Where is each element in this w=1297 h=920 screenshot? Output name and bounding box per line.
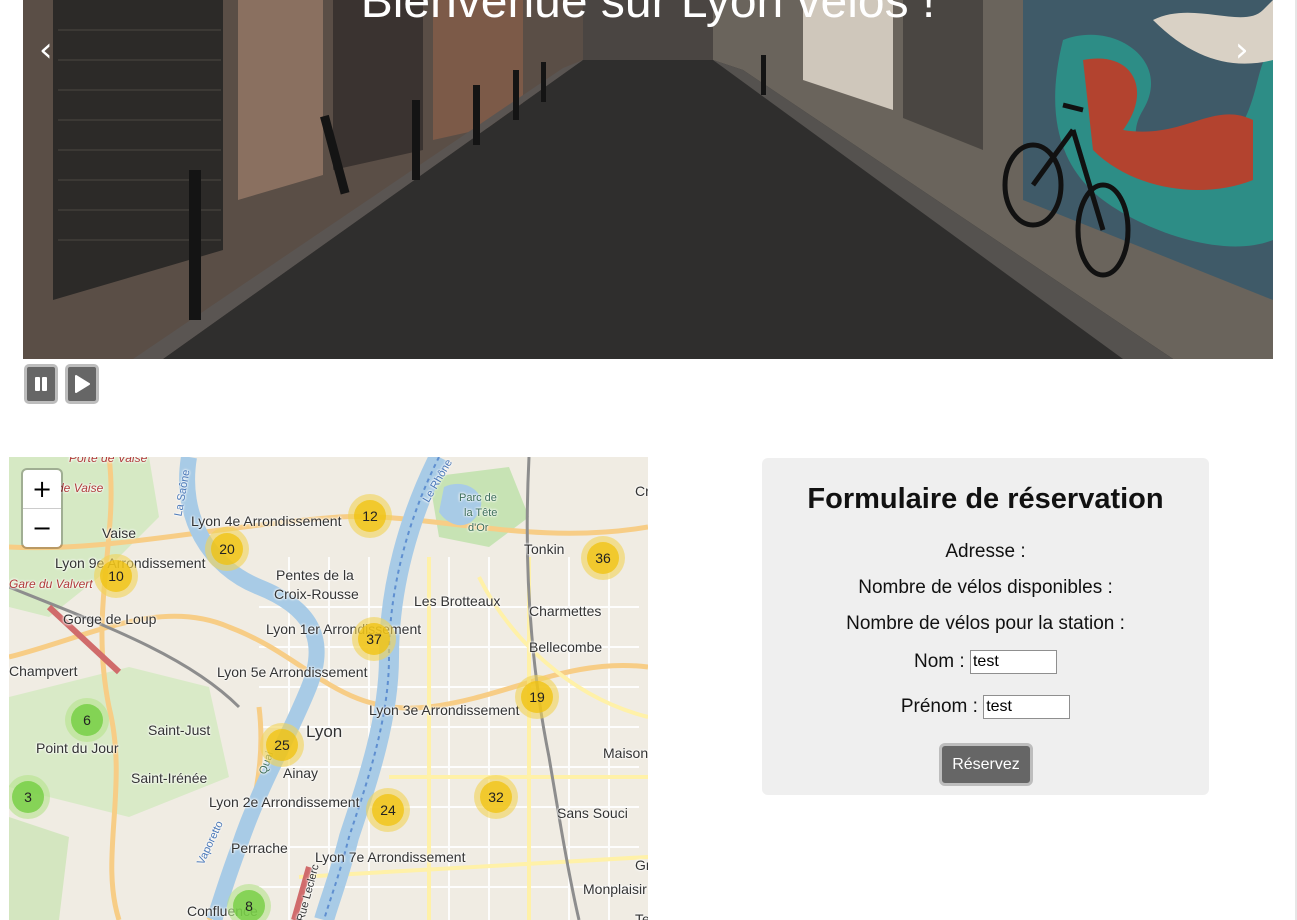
stations-map[interactable]: Porte de Vaise Gare de Vaise Vaise Lyon … xyxy=(9,457,648,920)
reserve-button[interactable]: Réservez xyxy=(939,743,1033,786)
nom-input[interactable] xyxy=(969,649,1057,674)
map-label: la Tête xyxy=(464,507,498,519)
prev-slide-arrow-icon[interactable]: ‹ xyxy=(39,30,53,70)
map-label: Ainay xyxy=(283,765,319,781)
cluster-count: 20 xyxy=(211,533,243,565)
play-icon xyxy=(75,375,90,393)
map-label: Gr xyxy=(635,857,648,873)
map-label: d'Or xyxy=(468,522,489,534)
reservation-form: Formulaire de réservation Adresse : Nomb… xyxy=(762,458,1209,795)
station-cluster[interactable]: 19 xyxy=(515,675,559,719)
station-cluster[interactable]: 37 xyxy=(352,617,396,661)
map-label: Lyon 3e Arrondissement xyxy=(369,702,520,718)
street-photo xyxy=(23,0,1273,359)
pause-icon xyxy=(35,377,47,391)
cluster-count: 19 xyxy=(521,681,553,713)
cluster-count: 36 xyxy=(587,542,619,574)
map-label: Porte de Vaise xyxy=(69,457,148,465)
map-label: Champvert xyxy=(9,663,78,679)
map-label: Charmettes xyxy=(529,603,602,619)
station-cluster[interactable]: 8 xyxy=(227,884,271,920)
map-label: Lyon 5e Arrondissement xyxy=(217,664,368,680)
zoom-out-button[interactable]: − xyxy=(23,509,61,547)
map-label: Point du Jour xyxy=(36,740,119,756)
map-label: Sans Souci xyxy=(557,805,628,821)
station-cluster[interactable]: 36 xyxy=(581,536,625,580)
map-label: Croix-Rousse xyxy=(274,586,359,602)
prenom-input[interactable] xyxy=(983,694,1071,719)
map-label: Vaise xyxy=(102,525,136,541)
cluster-count: 8 xyxy=(233,890,265,920)
cluster-count: 10 xyxy=(100,560,132,592)
pause-button[interactable] xyxy=(24,364,58,404)
map-label: Maison xyxy=(603,745,648,761)
map-label: Lyon 2e Arrondissement xyxy=(209,794,360,810)
map-label: Parc de xyxy=(459,492,497,504)
map-label: Lyon 4e Arrondissement xyxy=(191,513,342,529)
map-label: Saint-Irénée xyxy=(131,770,208,786)
cluster-count: 37 xyxy=(358,623,390,655)
map-label: Bellecombe xyxy=(529,639,603,655)
map-label: Tonkin xyxy=(524,541,565,557)
bikes-available-label: Nombre de vélos disponibles : xyxy=(858,577,1113,598)
map-label: Perrache xyxy=(231,840,288,856)
map-label: Gare du Valvert xyxy=(9,577,93,591)
station-cluster[interactable]: 6 xyxy=(65,698,109,742)
map-label: Pentes de la xyxy=(276,567,354,583)
cluster-count: 32 xyxy=(480,781,512,813)
address-label: Adresse : xyxy=(945,541,1026,562)
map-label: Cr xyxy=(635,483,648,499)
map-label: Lyon xyxy=(306,722,343,741)
nom-row: Nom : xyxy=(762,648,1209,676)
map-label: Gorge de Loup xyxy=(63,611,157,627)
station-cluster[interactable]: 32 xyxy=(474,775,518,819)
map-label: Les Brotteaux xyxy=(414,593,501,609)
cluster-count: 6 xyxy=(71,704,103,736)
map-label: Te xyxy=(635,911,648,920)
zoom-control: + − xyxy=(23,470,61,547)
cluster-count: 24 xyxy=(372,794,404,826)
map-label: Lyon 7e Arrondissement xyxy=(315,849,466,865)
bikes-station-label: Nombre de vélos pour la station : xyxy=(846,613,1125,634)
station-cluster[interactable]: 25 xyxy=(260,723,304,767)
nom-label: Nom : xyxy=(914,651,965,672)
map-label: Saint-Just xyxy=(148,722,211,738)
cluster-count: 12 xyxy=(354,500,386,532)
play-button[interactable] xyxy=(65,364,99,404)
station-cluster[interactable]: 12 xyxy=(348,494,392,538)
station-cluster[interactable]: 24 xyxy=(366,788,410,832)
image-slider: Bienvenue sur Lyon vélos ! ‹ › xyxy=(23,0,1273,359)
station-cluster[interactable]: 10 xyxy=(94,554,138,598)
prenom-row: Prénom : xyxy=(762,693,1209,721)
zoom-in-button[interactable]: + xyxy=(23,470,61,509)
next-slide-arrow-icon[interactable]: › xyxy=(1235,30,1249,70)
map-label: Lyon 1er Arrondissement xyxy=(266,621,422,637)
station-cluster[interactable]: 20 xyxy=(205,527,249,571)
cluster-count: 3 xyxy=(12,781,44,813)
cluster-count: 25 xyxy=(266,729,298,761)
slide-title: Bienvenue sur Lyon vélos ! xyxy=(360,0,936,28)
map-label: Monplaisir xyxy=(583,881,647,897)
form-title: Formulaire de réservation xyxy=(807,483,1164,515)
prenom-label: Prénom : xyxy=(900,696,978,717)
slider-controls xyxy=(24,364,99,404)
